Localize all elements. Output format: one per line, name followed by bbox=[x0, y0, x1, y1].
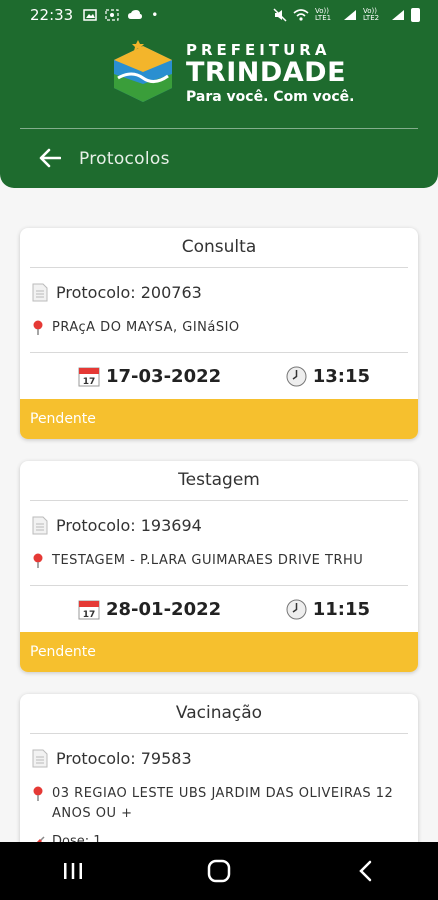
screenshot-icon bbox=[105, 9, 119, 21]
protocol-number: Protocolo: 200763 bbox=[56, 282, 202, 302]
protocol-list: Consulta Protocolo: 200763 PRAçA DO MAYS… bbox=[20, 228, 418, 873]
signal-1-icon bbox=[344, 10, 356, 20]
status-pending-bar: Pendente bbox=[20, 399, 418, 439]
pin-icon bbox=[33, 320, 43, 335]
place-name: TESTAGEM - P.LARA GUIMARAES DRIVE TRHU bbox=[52, 553, 364, 568]
datetime-row: 17 17-03-2022 13:15 bbox=[20, 353, 418, 399]
notification-icons: • bbox=[83, 8, 158, 22]
card-title: Testagem bbox=[30, 461, 408, 501]
calendar-icon: 17 bbox=[78, 600, 100, 620]
protocol-row: Protocolo: 79583 bbox=[20, 734, 418, 782]
back-button[interactable] bbox=[36, 144, 64, 172]
battery-icon bbox=[411, 8, 420, 22]
date-value: 17-03-2022 bbox=[106, 365, 222, 387]
clock-icon bbox=[286, 599, 307, 619]
back-nav-button[interactable] bbox=[335, 851, 395, 891]
date-item: 17 28-01-2022 bbox=[78, 598, 221, 620]
chevron-left-icon bbox=[359, 860, 372, 882]
place-row: 03 REGIAO LESTE UBS JARDIM DAS OLIVEIRAS… bbox=[20, 782, 418, 832]
protocol-number: Protocolo: 193694 bbox=[56, 515, 202, 535]
header-divider bbox=[20, 128, 418, 129]
card-title: Vacinação bbox=[30, 694, 408, 734]
datetime-row: 17 28-01-2022 11:15 bbox=[20, 586, 418, 632]
mute-icon bbox=[273, 8, 287, 22]
time-item: 11:15 bbox=[286, 599, 370, 620]
time-value: 13:15 bbox=[312, 365, 370, 387]
document-icon bbox=[32, 516, 48, 534]
date-item: 17 17-03-2022 bbox=[78, 365, 221, 387]
card-title: Consulta bbox=[30, 228, 408, 268]
system-nav-bar bbox=[0, 842, 438, 900]
gallery-icon bbox=[83, 9, 97, 21]
protocol-number: Protocolo: 79583 bbox=[56, 748, 192, 768]
cloud-icon bbox=[128, 10, 143, 19]
protocol-row: Protocolo: 193694 bbox=[20, 501, 418, 549]
protocol-card[interactable]: Consulta Protocolo: 200763 PRAçA DO MAYS… bbox=[20, 228, 418, 439]
pin-icon bbox=[33, 786, 43, 801]
protocol-row: Protocolo: 200763 bbox=[20, 268, 418, 316]
app-header: PREFEITURA TRINDADE Para você. Com você.… bbox=[0, 30, 438, 188]
system-icons: Vo)) LTE1 Vo)) LTE2 bbox=[273, 8, 420, 22]
prefeitura-logo: PREFEITURA TRINDADE Para você. Com você. bbox=[108, 40, 355, 106]
place-name: 03 REGIAO LESTE UBS JARDIM DAS OLIVEIRAS… bbox=[52, 786, 394, 821]
dot-icon: • bbox=[151, 8, 159, 22]
signal-1-label: Vo)) LTE1 bbox=[315, 7, 332, 22]
place-name: PRAçA DO MAYSA, GINáSIO bbox=[52, 320, 240, 335]
place-row: PRAçA DO MAYSA, GINáSIO bbox=[20, 316, 418, 346]
date-value: 28-01-2022 bbox=[106, 598, 222, 620]
logo-line2: TRINDADE bbox=[186, 57, 347, 88]
time-item: 13:15 bbox=[286, 366, 370, 387]
place-row: TESTAGEM - P.LARA GUIMARAES DRIVE TRHU bbox=[20, 549, 418, 579]
clock-icon bbox=[286, 366, 307, 386]
wifi-icon bbox=[293, 9, 309, 21]
time-value: 11:15 bbox=[312, 598, 370, 620]
home-icon bbox=[207, 859, 231, 883]
arrow-left-icon bbox=[39, 148, 61, 168]
status-bar: 22:33 • Vo)) LTE1 Vo)) LTE2 bbox=[0, 0, 438, 30]
signal-2-label: Vo)) LTE2 bbox=[363, 7, 380, 22]
recent-apps-button[interactable] bbox=[43, 851, 103, 891]
svg-text:17: 17 bbox=[83, 610, 96, 620]
recent-apps-icon bbox=[64, 863, 82, 879]
status-time: 22:33 bbox=[30, 6, 74, 24]
protocol-card[interactable]: Vacinação Protocolo: 79583 03 REGIAO LES… bbox=[20, 694, 418, 851]
protocol-card[interactable]: Testagem Protocolo: 193694 TESTAGEM - P.… bbox=[20, 461, 418, 672]
page-title: Protocolos bbox=[79, 149, 170, 169]
pin-icon bbox=[33, 553, 43, 568]
svg-text:17: 17 bbox=[83, 377, 96, 387]
logo-tagline: Para você. Com você. bbox=[186, 89, 355, 105]
signal-2-icon bbox=[392, 10, 404, 20]
document-icon bbox=[32, 283, 48, 301]
document-icon bbox=[32, 749, 48, 767]
status-pending-bar: Pendente bbox=[20, 632, 418, 672]
logo-mark-icon bbox=[114, 40, 172, 102]
home-button[interactable] bbox=[189, 851, 249, 891]
calendar-icon: 17 bbox=[78, 367, 100, 387]
